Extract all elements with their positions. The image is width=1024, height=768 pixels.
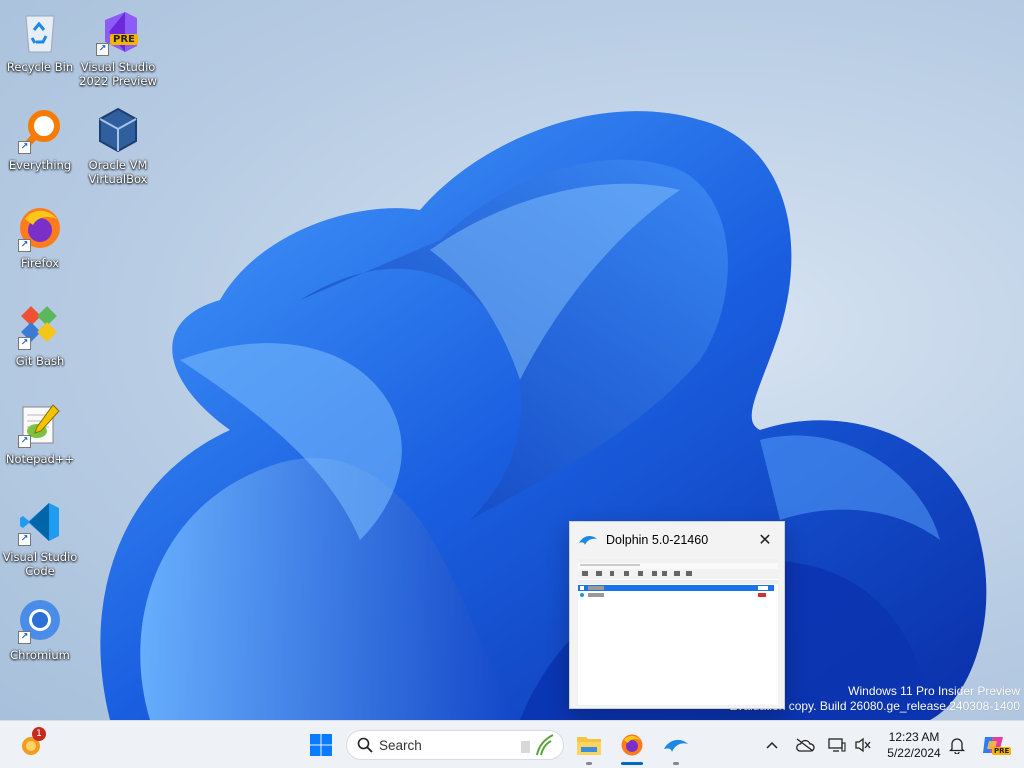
firefox-icon [621,734,643,756]
taskbar: 1 Search 12:23 AM 5/22/2024 PRE [0,720,1024,768]
bell-icon [949,738,965,754]
shortcut-arrow-icon: ↗ [18,631,31,644]
clock-time: 12:23 AM [888,730,940,744]
volume-button[interactable] [852,729,874,761]
running-indicator [673,762,679,765]
windows-logo-icon [310,734,332,756]
widgets-button[interactable]: 1 [14,727,50,761]
preview-header: Dolphin 5.0-21460 [570,522,784,558]
clock-date: 5/22/2024 [887,746,941,760]
shortcut-arrow-icon: ↗ [18,239,31,252]
icon-label: Everything [8,158,72,172]
shortcut-arrow-icon: ↗ [18,337,31,350]
chevron-up-icon [766,741,778,749]
desktop[interactable]: Recycle Bin PRE ↗ Visual Studio 2022 Prev… [0,0,1024,720]
firefox-icon: ↗ [14,202,66,254]
desktop-icon-notepad-plus-plus[interactable]: ↗ Notepad++ [0,398,80,490]
vscode-icon: ↗ [14,496,66,548]
dolphin-icon [664,739,688,752]
show-hidden-icons-button[interactable] [762,729,782,761]
git-bash-icon: ↗ [14,300,66,352]
taskbar-dolphin[interactable] [660,729,692,761]
taskbar-file-explorer[interactable] [573,729,605,761]
taskbar-firefox[interactable] [616,729,648,761]
copilot-preview-badge: PRE [992,747,1012,755]
folder-icon [577,737,601,755]
close-icon[interactable]: ✕ [756,531,774,549]
notifications-button[interactable] [946,729,968,761]
icon-label: Firefox [20,256,60,270]
icon-label: Visual Studio [2,550,78,564]
icon-label: Recycle Bin [6,60,74,74]
desktop-icon-git-bash[interactable]: ↗ Git Bash [0,300,80,392]
onedrive-status-button[interactable] [794,729,816,761]
icon-label: Oracle VM [88,158,148,172]
display-network-icon [828,738,846,752]
visual-studio-preview-icon: PRE ↗ [92,6,144,58]
desktop-icon-vscode[interactable]: ↗ Visual Studio Code [0,496,80,588]
shortcut-arrow-icon: ↗ [18,141,31,154]
recycle-bin-icon [14,6,66,58]
desktop-icon-virtualbox[interactable]: Oracle VM VirtualBox [78,104,158,196]
icon-label: Git Bash [15,354,65,368]
widgets-notification-badge: 1 [32,727,46,741]
taskbar-clock[interactable]: 12:23 AM 5/22/2024 [880,729,948,761]
search-icon [357,737,373,753]
speaker-muted-icon [855,737,871,753]
chromium-icon: ↗ [14,594,66,646]
preview-thumbnail [578,559,778,705]
preview-title: Dolphin 5.0-21460 [606,533,709,547]
copilot-button[interactable]: PRE [978,729,1012,761]
icon-label: Code [25,564,55,578]
icon-label: Chromium [10,648,70,662]
shortcut-arrow-icon: ↗ [96,43,109,56]
preview-badge: PRE [110,34,138,45]
notepad-plus-plus-icon: ↗ [14,398,66,450]
search-placeholder: Search [379,737,422,753]
dolphin-icon [579,535,597,545]
cloud-offline-icon [796,738,815,752]
icon-label: 2022 Preview [79,74,157,88]
search-highlight-icon [521,734,554,756]
desktop-icon-visual-studio-preview[interactable]: PRE ↗ Visual Studio 2022 Preview [78,6,158,98]
desktop-icon-recycle-bin[interactable]: Recycle Bin [0,6,80,98]
everything-search-icon: ↗ [14,104,66,156]
running-indicator [586,762,592,765]
icon-label: Visual Studio [80,60,156,74]
shortcut-arrow-icon: ↗ [18,533,31,546]
dolphin-thumbnail-preview[interactable]: Dolphin 5.0-21460 ✕ [569,521,785,709]
icon-label: Notepad++ [5,452,75,466]
start-button[interactable] [305,729,337,761]
desktop-icon-everything[interactable]: ↗ Everything [0,104,80,196]
virtualbox-icon [92,104,144,156]
desktop-icon-chromium[interactable]: ↗ Chromium [0,594,80,686]
taskbar-search[interactable]: Search [346,730,564,760]
shortcut-arrow-icon: ↗ [18,435,31,448]
network-button[interactable] [826,729,848,761]
active-indicator [621,762,643,765]
desktop-icon-firefox[interactable]: ↗ Firefox [0,202,80,294]
icon-label: VirtualBox [88,172,148,186]
